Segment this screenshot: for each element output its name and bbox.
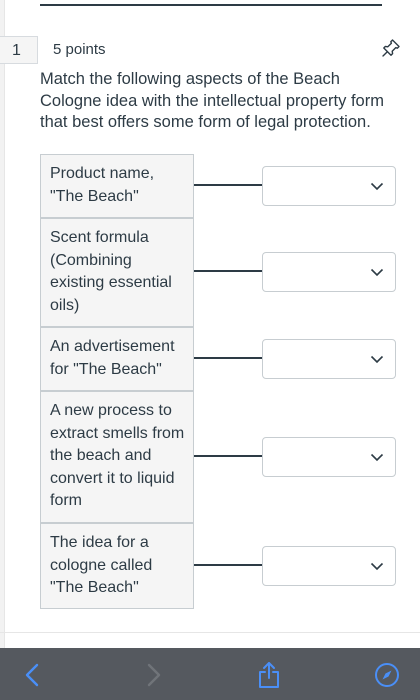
question-points: 5 points [53,41,106,58]
match-prompt: The idea for a cologne called "The Beach… [40,523,194,609]
share-icon[interactable] [256,661,282,689]
match-prompt: Product name, "The Beach" [40,154,194,218]
match-prompt: A new process to extract smells from the… [40,391,194,523]
chevron-down-icon [370,453,384,462]
question-text: Match the following aspects of the Beach… [40,70,384,131]
match-prompt: Scent formula (Combining existing essent… [40,218,194,327]
match-connector [194,455,262,457]
match-select[interactable] [262,546,396,586]
match-prompt: An advertisement for "The Beach" [40,327,194,391]
match-select[interactable] [262,339,396,379]
chevron-down-icon [370,355,384,364]
back-arrow-icon[interactable] [20,662,46,688]
top-divider [40,4,382,6]
chevron-down-icon [370,562,384,571]
bottom-divider [0,632,420,633]
forward-arrow-icon[interactable] [140,662,166,688]
match-select[interactable] [262,166,396,206]
chevron-down-icon [370,182,384,191]
match-select[interactable] [262,437,396,477]
compass-icon[interactable] [374,662,400,688]
pin-icon[interactable] [380,37,402,59]
match-connector [194,270,262,272]
browser-toolbar [0,648,420,700]
match-connector [194,564,262,566]
chevron-down-icon [370,268,384,277]
match-select[interactable] [262,252,396,292]
question-number: 1 [0,36,38,64]
match-connector [194,357,262,359]
match-connector [194,184,262,186]
left-gutter [0,0,5,648]
